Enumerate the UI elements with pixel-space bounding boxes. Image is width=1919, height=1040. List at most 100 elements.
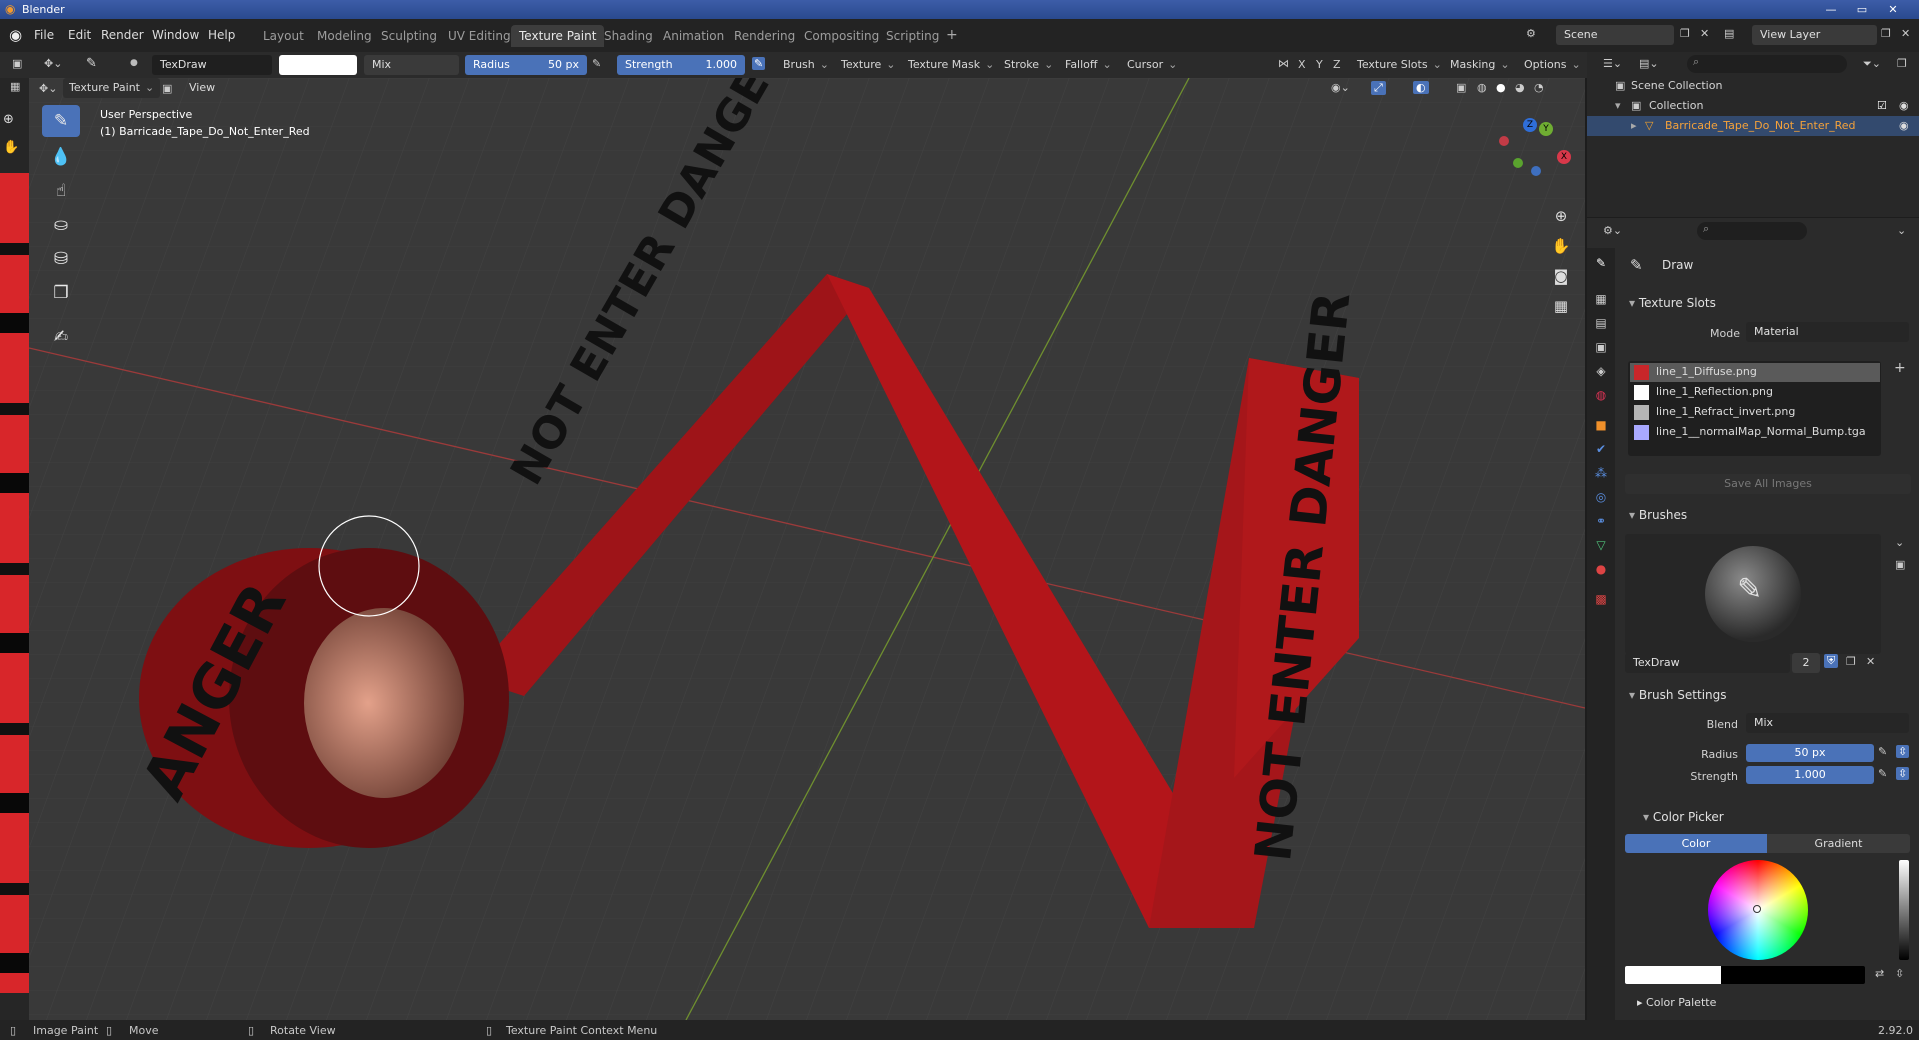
brush-preview-box[interactable]: ✎ (1625, 534, 1881, 654)
mask-toggle-icon[interactable]: ▣ (162, 82, 172, 95)
outliner-row-object[interactable]: ▸ ▽ Barricade_Tape_Do_Not_Enter_Red ◉ (1587, 116, 1919, 136)
outliner-editor-icon[interactable]: ☰⌄ (1603, 57, 1622, 70)
shading-solid-icon[interactable]: ● (1496, 81, 1506, 94)
gizmo-toggle-icon[interactable]: ⤢ (1371, 81, 1386, 95)
brushes-panel-header[interactable]: Brushes (1623, 504, 1913, 526)
add-workspace-button[interactable]: + (946, 27, 958, 43)
strength-pressure-icon-props[interactable]: ✎ (1878, 767, 1887, 780)
brush-name-field[interactable]: TexDraw (152, 55, 272, 75)
texture-menu[interactable]: Texture (835, 55, 902, 75)
gradient-tab[interactable]: Gradient (1767, 834, 1910, 853)
axis-y-toggle[interactable]: Y (1316, 58, 1323, 71)
axis-z-toggle[interactable]: Z (1333, 58, 1341, 71)
color-wheel-cursor[interactable] (1753, 905, 1761, 913)
outliner-search-input[interactable]: ⌕ (1687, 55, 1847, 73)
delete-scene-icon[interactable]: ✕ (1700, 27, 1709, 40)
props-search-input[interactable]: ⌕ (1697, 222, 1807, 240)
particles-tab-icon[interactable]: ⁂ (1592, 464, 1610, 482)
strength-unit-icon[interactable]: ⇳ (1896, 767, 1910, 780)
modifier-tab-icon[interactable]: ✔ (1592, 440, 1610, 458)
pan-view-icon[interactable]: ✋ (1548, 233, 1574, 259)
object-tab-icon[interactable]: ■ (1592, 416, 1610, 434)
brush-image-icon[interactable]: ▣ (1895, 558, 1905, 571)
annotate-tool-icon[interactable]: ✍ (42, 321, 80, 353)
radius-slider[interactable]: Radius 50 px (465, 55, 587, 75)
menu-window[interactable]: Window (152, 28, 199, 42)
add-slot-icon[interactable]: + (1894, 360, 1906, 376)
texture-mask-menu[interactable]: Texture Mask (902, 55, 1000, 75)
scene-tab-icon[interactable]: ◈ (1592, 362, 1610, 380)
blend-dropdown-props[interactable]: Mix (1746, 713, 1909, 733)
cursor-menu[interactable]: Cursor (1121, 55, 1183, 75)
falloff-menu[interactable]: Falloff (1059, 55, 1118, 75)
view-layer-tab-icon[interactable]: ▣ (1592, 338, 1610, 356)
tab-rendering[interactable]: Rendering (726, 25, 803, 47)
gizmo-neg-x[interactable] (1499, 136, 1509, 146)
visibility-icon[interactable]: ◉⌄ (1331, 81, 1350, 94)
tab-compositing[interactable]: Compositing (796, 25, 887, 47)
fake-user-icon[interactable]: ⛨ (1824, 654, 1839, 668)
view-menu[interactable]: View (189, 81, 215, 94)
tab-layout[interactable]: Layout (255, 25, 312, 47)
new-scene-icon[interactable]: ❐ (1680, 27, 1690, 40)
tab-animation[interactable]: Animation (655, 25, 732, 47)
mask-tool-icon[interactable]: ❐ (42, 277, 80, 309)
hand-icon[interactable]: ✋ (3, 140, 19, 155)
overlay-toggle-icon[interactable]: ◐ (1413, 81, 1429, 94)
close-button[interactable]: ✕ (1880, 1, 1906, 18)
tab-sculpting[interactable]: Sculpting (373, 25, 445, 47)
render-tab-icon[interactable]: ▦ (1592, 290, 1610, 308)
gizmo-neg-y[interactable] (1513, 158, 1523, 168)
tab-uv-editing[interactable]: UV Editing (440, 25, 519, 47)
brush-browse-icon[interactable]: ● (130, 58, 138, 68)
options-menu[interactable]: Options (1518, 55, 1587, 75)
value-slider[interactable] (1899, 860, 1909, 960)
object-expand-icon[interactable]: ▸ (1631, 119, 1637, 132)
new-collection-icon[interactable]: ❐ (1897, 57, 1907, 70)
brush-list-expand-icon[interactable]: ⌄ (1895, 536, 1904, 549)
color-palette-panel-header[interactable]: ▸ Color Palette (1637, 996, 1716, 1009)
material-tab-icon[interactable]: ● (1592, 560, 1610, 578)
props-options-icon[interactable]: ⌄ (1897, 224, 1906, 237)
axis-x-toggle[interactable]: X (1298, 58, 1306, 71)
shading-rendered-icon[interactable]: ◔ (1534, 81, 1544, 94)
symmetry-icon[interactable]: ⋈ (1278, 57, 1289, 70)
3d-viewport[interactable]: NOT ENTER DANGER NOT ENTER DANGER ANGER … (29, 78, 1585, 1020)
ortho-view-icon[interactable]: ▦ (1548, 293, 1574, 319)
blender-menu-icon[interactable]: ◉ (9, 26, 22, 44)
mode-dropdown[interactable]: Texture Paint (63, 78, 161, 98)
physics-tab-icon[interactable]: ◎ (1592, 488, 1610, 506)
stroke-menu[interactable]: Stroke (998, 55, 1059, 75)
duplicate-brush-icon[interactable]: ❐ (1846, 655, 1856, 668)
editor-type-icon[interactable]: ▣ (12, 57, 22, 70)
scene-icon[interactable]: ⚙ (1526, 27, 1536, 40)
draw-tool-icon[interactable]: ✎ (42, 105, 80, 137)
texture-slot-1[interactable]: line_1_Diffuse.png (1630, 363, 1880, 382)
minimize-button[interactable]: — (1818, 1, 1844, 18)
texture-tab-icon[interactable]: ▩ (1592, 590, 1610, 608)
view-layer-icon[interactable]: ▤ (1724, 27, 1734, 40)
masking-menu[interactable]: Masking (1444, 55, 1516, 75)
zoom-view-icon[interactable]: ⊕ (1548, 203, 1574, 229)
clone-tool-icon[interactable]: ⛀ (42, 209, 80, 241)
collection-visibility-icon[interactable]: ◉ (1899, 99, 1909, 112)
brush-menu[interactable]: Brush (777, 55, 835, 75)
color-preview-bar[interactable] (1625, 966, 1865, 984)
props-editor-icon[interactable]: ⚙⌄ (1603, 224, 1622, 237)
fill-tool-icon[interactable]: ⛁ (42, 243, 80, 275)
collection-checkbox[interactable]: ☑ (1877, 99, 1887, 112)
brush-name-props[interactable]: TexDraw (1625, 653, 1790, 673)
gizmo-z[interactable]: Z (1523, 118, 1537, 132)
tab-shading[interactable]: Shading (596, 25, 661, 47)
editor-type-icon-2[interactable]: ▦ (10, 80, 20, 93)
shading-material-icon[interactable]: ◕ (1515, 81, 1525, 94)
texture-slot-2[interactable]: line_1_Reflection.png (1630, 383, 1880, 402)
collection-expand-icon[interactable]: ▾ (1615, 99, 1621, 112)
constraints-tab-icon[interactable]: ⚭ (1592, 512, 1610, 530)
gizmo-x[interactable]: X (1557, 150, 1571, 164)
tab-modeling[interactable]: Modeling (309, 25, 380, 47)
strength-pressure-icon[interactable]: ✎ (752, 57, 766, 70)
maximize-button[interactable]: ▭ (1849, 1, 1875, 18)
gizmo-neg-z[interactable] (1531, 166, 1541, 176)
menu-help[interactable]: Help (208, 28, 235, 42)
